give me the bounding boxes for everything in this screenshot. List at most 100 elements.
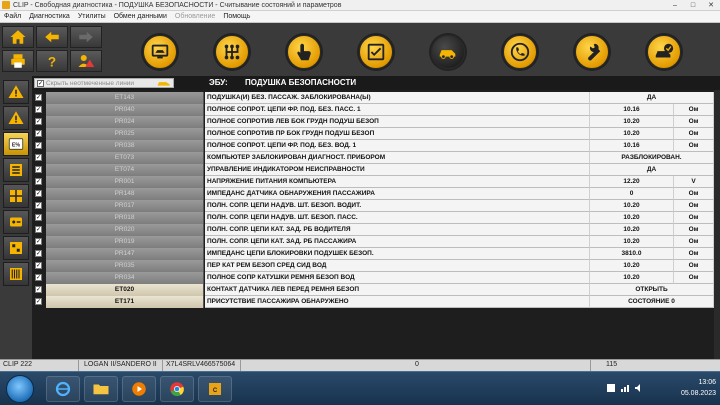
row-checkbox[interactable]: ✓ (35, 106, 42, 113)
vehicle-ident-button[interactable] (143, 35, 177, 69)
clock-date[interactable]: 05.08.2023 (681, 390, 716, 397)
gear-shift-icon (224, 44, 240, 60)
checklist-button[interactable] (359, 35, 393, 69)
row-unit: Ом (674, 140, 714, 152)
row-checkbox[interactable]: ✓ (35, 130, 42, 137)
close-icon[interactable]: ✕ (702, 0, 720, 11)
row-checkbox[interactable]: ✓ (35, 286, 42, 293)
ecu-name: ПОДУШКА БЕЗОПАСНОСТИ (245, 78, 357, 87)
user-warning-button[interactable] (70, 50, 102, 72)
row-description: ИМПЕДАНС ДАТЧИКА ОБНАРУЖЕНИЯ ПАССАЖИРА (205, 188, 590, 200)
taskbar-chrome[interactable] (160, 376, 194, 402)
table-row[interactable]: ✓ PR024 ПОЛНОЕ СОПРОТИВ ЛЕВ БОК ГРУДН ПОДУ… (32, 116, 720, 128)
tools-button[interactable] (575, 35, 609, 69)
volume-icon[interactable] (634, 383, 644, 393)
taskbar-media[interactable] (122, 376, 156, 402)
row-checkbox[interactable]: ✓ (35, 202, 42, 209)
network-icon[interactable] (620, 383, 630, 393)
table-row[interactable]: ✓ ET073 КОМПЬЮТЕР ЗАБЛОКИРОВАН ДИАГНОСТ. П… (32, 152, 720, 164)
menu-file[interactable]: Файл (4, 13, 21, 20)
hide-unchecked-checkbox[interactable]: ✓ (37, 79, 44, 87)
table-row[interactable]: ✓ PR038 ПОЛНОЕ СОПРОТ. ЦЕПИ ФР. ПОД. БЕЗ. … (32, 140, 720, 152)
table-row[interactable]: ✓ PR025 ПОЛНОЕ СОПРОТИВ ПР БОК ГРУДН ПОДУШ… (32, 128, 720, 140)
table-row[interactable]: ✓ PR148 ИМПЕДАНС ДАТЧИКА ОБНАРУЖЕНИЯ ПАССА… (32, 188, 720, 200)
row-checkbox[interactable]: ✓ (35, 154, 42, 161)
menu-diagnostics[interactable]: Диагностика (29, 13, 70, 20)
hide-unchecked-toggle[interactable]: ✓ Скрыть неотмеченные линии (34, 78, 174, 88)
table-row[interactable]: ✓ PR019 ПОЛН. СОПР. ЦЕПИ КАТ. ЗАД. РБ ПАСС… (32, 236, 720, 248)
taskbar-ie[interactable] (46, 376, 80, 402)
table-row[interactable]: ✓ PR034 ПОЛНОЕ СОПР КАТУШКИ РЕМНЯ БЕЗОП ВО… (32, 272, 720, 284)
arrow-right-icon (79, 31, 93, 43)
sidebar-states-button[interactable] (3, 158, 29, 182)
sidebar-commands-button[interactable] (3, 184, 29, 208)
sidebar-parameters-button[interactable]: E% (3, 132, 29, 156)
row-checkbox[interactable]: ✓ (35, 166, 42, 173)
row-checkbox[interactable]: ✓ (35, 142, 42, 149)
list-icon (10, 164, 22, 176)
vehicle-check-button[interactable] (647, 35, 681, 69)
help-button[interactable]: ? (36, 50, 68, 72)
table-row[interactable]: ✓ ET020 КОНТАКТ ДАТЧИКА ЛЕВ ПЕРЕД РЕМНЯ БЕ… (32, 284, 720, 296)
start-button[interactable] (6, 375, 34, 403)
row-checkbox[interactable]: ✓ (35, 262, 42, 269)
row-checkbox[interactable]: ✓ (35, 274, 42, 281)
table-row[interactable]: ✓ PR040 ПОЛНОЕ СОПРОТ. ЦЕПИ ФР. ПОД. БЕЗ. … (32, 104, 720, 116)
back-button[interactable] (36, 26, 68, 48)
table-row[interactable]: ✓ PR035 ПЕР КАТ РЕМ БЕЗОП СРЕД СИД ВОД 10.2… (32, 260, 720, 272)
taskbar-explorer[interactable] (84, 376, 118, 402)
minimize-icon[interactable]: – (666, 0, 684, 11)
menu-utilities[interactable]: Утилиты (78, 13, 106, 20)
touch-button[interactable] (287, 35, 321, 69)
sidebar-warning-button[interactable] (3, 80, 29, 104)
row-checkbox[interactable]: ✓ (35, 226, 42, 233)
row-code: PR019 (46, 236, 204, 248)
table-row[interactable]: ✓ PR001 НАПРЯЖЕНИЕ ПИТАНИЯ КОМПЬЮТЕРА 12.20… (32, 176, 720, 188)
maximize-icon[interactable]: □ (684, 0, 702, 11)
row-value: 10.20 (590, 116, 674, 128)
taskbar-clip[interactable]: C (198, 376, 232, 402)
menu-data-exchange[interactable]: Обмен данными (114, 13, 167, 20)
table-row[interactable]: ✓ ET171 ПРИСУТСТВИЕ ПАССАЖИРА ОБНАРУЖЕНО СО… (32, 296, 720, 308)
table-row[interactable]: ✓ ET143 ПОДУШКА(И) БЕЗ. ПАССАЖ. ЗАБЛОКИРОВ… (32, 92, 720, 104)
diagnostics-button[interactable] (431, 35, 465, 69)
home-button[interactable] (2, 26, 34, 48)
table-row[interactable]: ✓ PR017 ПОЛН. СОПР. ЦЕПИ НАДУВ. ШТ. БЕЗОП.… (32, 200, 720, 212)
ie-icon (55, 381, 71, 397)
sidebar-faults-button[interactable] (3, 106, 29, 130)
row-checkbox[interactable]: ✓ (35, 190, 42, 197)
table-row[interactable]: ✓ PR020 ПОЛН. СОПР. ЦЕПИ КАТ. ЗАД. РБ ВОДИ… (32, 224, 720, 236)
forward-button[interactable] (70, 26, 102, 48)
menu-help[interactable]: Помощь (223, 13, 250, 20)
row-checkbox[interactable]: ✓ (35, 214, 42, 221)
row-checkbox[interactable]: ✓ (35, 118, 42, 125)
contact-button[interactable] (503, 35, 537, 69)
nav-buttons: ? (0, 23, 105, 76)
row-checkbox[interactable]: ✓ (35, 238, 42, 245)
config-icon (10, 242, 22, 254)
table-row[interactable]: ✓ ET074 УПРАВЛЕНИЕ ИНДИКАТОРОМ НЕИСПРАВНОС… (32, 164, 720, 176)
table-row[interactable]: ✓ PR147 ИМПЕДАНС ЦЕПИ БЛОКИРОВКИ ПОДУШЕК Б… (32, 248, 720, 260)
print-button[interactable] (2, 50, 34, 72)
table-row[interactable]: ✓ PR018 ПОЛН. СОПР. ЦЕПИ НАДУВ. ШТ. БЕЗОП.… (32, 212, 720, 224)
sidebar-memory-button[interactable] (3, 262, 29, 286)
ecu-label: ЭБУ: (209, 78, 228, 87)
sidebar-config-button[interactable] (3, 236, 29, 260)
sidebar-tests-button[interactable] (3, 210, 29, 234)
phone-icon (510, 42, 530, 62)
row-description: ПОЛНОЕ СОПР КАТУШКИ РЕМНЯ БЕЗОП ВОД (205, 272, 590, 284)
title-bar: CLIP - Свободная диагностика - ПОДУШКА Б… (0, 0, 720, 11)
row-value: 12.20 (590, 176, 674, 188)
row-checkbox[interactable]: ✓ (35, 178, 42, 185)
gearbox-button[interactable] (215, 35, 249, 69)
row-unit: V (674, 176, 714, 188)
row-checkbox[interactable]: ✓ (35, 250, 42, 257)
row-checkbox[interactable]: ✓ (35, 94, 42, 101)
row-code: PR035 (46, 260, 204, 272)
barcode-icon (10, 268, 22, 280)
vertical-scrollbar[interactable] (714, 90, 720, 359)
row-checkbox[interactable]: ✓ (35, 298, 42, 305)
status-clip: CLIP 222 (3, 361, 33, 368)
clock-time[interactable]: 13:06 (698, 379, 716, 386)
flag-icon[interactable] (606, 383, 616, 393)
